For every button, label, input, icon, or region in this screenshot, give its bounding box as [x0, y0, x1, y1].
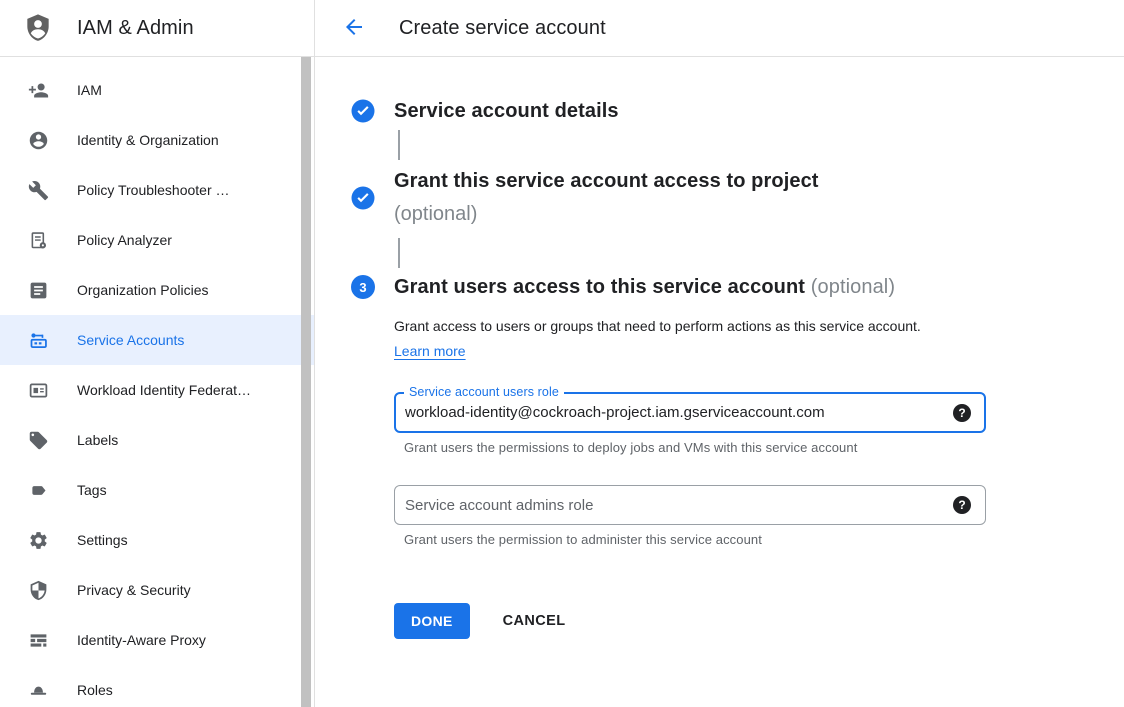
arrow-back-icon [342, 15, 366, 39]
sidebar-item-tags[interactable]: Tags [0, 465, 314, 515]
step-1-indicator [351, 99, 375, 123]
service-account-admins-role-field: ? [394, 485, 986, 525]
back-button[interactable] [341, 15, 367, 41]
sidebar-item-settings[interactable]: Settings [0, 515, 314, 565]
sidebar-item-identity-aware-proxy[interactable]: Identity-Aware Proxy [0, 615, 314, 665]
sidebar-item-label: Identity-Aware Proxy [77, 632, 206, 648]
product-title: IAM & Admin [77, 17, 194, 40]
step-3-indicator: 3 [351, 275, 375, 299]
step-2-grant-access-to-project: Grant this service account access to pro… [351, 165, 1124, 231]
step-2-title: Grant this service account access to pro… [394, 165, 1124, 198]
sidebar-item-policy-analyzer[interactable]: Policy Analyzer [0, 215, 314, 265]
step-3-optional-label: (optional) [811, 276, 895, 298]
users-role-floating-label: Service account users role [404, 385, 564, 399]
sidebar-item-label: Roles [77, 682, 113, 698]
sidebar-item-label: Tags [77, 482, 107, 498]
sidebar-scrollbar[interactable] [301, 57, 311, 707]
step-3-title: Grant users access to this service accou… [394, 274, 1124, 300]
label-arrow-icon [28, 480, 49, 501]
step-complete-check-icon [351, 99, 375, 123]
action-buttons: DONE CANCEL [394, 603, 1124, 639]
person-add-icon [28, 80, 49, 101]
step-connector [398, 130, 400, 160]
sidebar-item-service-accounts[interactable]: Service Accounts [0, 315, 314, 365]
sidebar: IAM & Admin IAM Identity & Organization … [0, 0, 315, 707]
sidebar-item-label: Privacy & Security [77, 582, 191, 598]
wizard-content: Service account details Grant this servi… [315, 57, 1124, 639]
sidebar-item-organization-policies[interactable]: Organization Policies [0, 265, 314, 315]
step-3-title-text: Grant users access to this service accou… [394, 276, 805, 298]
app-window: IAM & Admin IAM Identity & Organization … [0, 0, 1124, 707]
sidebar-item-label: Workload Identity Federat… [77, 382, 251, 398]
sidebar-item-label: Organization Policies [77, 282, 209, 298]
id-card-icon [28, 380, 49, 401]
step-1-service-account-details: Service account details [351, 99, 1124, 123]
step-number-badge: 3 [351, 275, 375, 299]
step-connector [398, 238, 400, 268]
sidebar-header: IAM & Admin [0, 0, 314, 57]
account-circle-icon [28, 130, 49, 151]
step-2-optional-label: (optional) [394, 198, 1124, 231]
admins-role-helper-text: Grant users the permission to administer… [404, 532, 1124, 547]
hat-icon [28, 680, 49, 701]
gear-icon [28, 530, 49, 551]
description-text: Grant access to users or groups that nee… [394, 318, 921, 334]
sidebar-item-label: Identity & Organization [77, 132, 219, 148]
sidebar-nav: IAM Identity & Organization Policy Troub… [0, 57, 314, 707]
document-gear-icon [28, 230, 49, 251]
sidebar-item-labels[interactable]: Labels [0, 415, 314, 465]
service-account-admins-role-input[interactable] [405, 497, 953, 514]
step-3-grant-users-access: 3 Grant users access to this service acc… [351, 274, 1124, 639]
firewall-icon [28, 630, 49, 651]
learn-more-link[interactable]: Learn more [394, 343, 466, 359]
service-account-icon [28, 330, 49, 351]
sidebar-item-label: Service Accounts [77, 332, 184, 348]
sidebar-item-label: Labels [77, 432, 118, 448]
tag-icon [28, 430, 49, 451]
cancel-button[interactable]: CANCEL [503, 613, 566, 629]
sidebar-item-label: Policy Analyzer [77, 232, 172, 248]
page-title: Create service account [399, 17, 606, 40]
sidebar-item-workload-identity-federation[interactable]: Workload Identity Federat… [0, 365, 314, 415]
sidebar-item-label: Settings [77, 532, 128, 548]
sidebar-item-iam[interactable]: IAM [0, 65, 314, 115]
sidebar-item-label: IAM [77, 82, 102, 98]
step-2-indicator [351, 186, 375, 210]
sidebar-item-privacy-security[interactable]: Privacy & Security [0, 565, 314, 615]
step-1-title: Service account details [394, 99, 1124, 123]
sidebar-item-label: Policy Troubleshooter … [77, 182, 230, 198]
sidebar-item-identity-organization[interactable]: Identity & Organization [0, 115, 314, 165]
done-button[interactable]: DONE [394, 603, 470, 639]
step-complete-check-icon [351, 186, 375, 210]
sidebar-item-roles[interactable]: Roles [0, 665, 314, 707]
users-role-help-icon[interactable]: ? [953, 404, 971, 422]
sidebar-item-policy-troubleshooter[interactable]: Policy Troubleshooter … [0, 165, 314, 215]
step-3-description: Grant access to users or groups that nee… [394, 314, 954, 364]
admins-role-help-icon[interactable]: ? [953, 496, 971, 514]
iam-admin-shield-icon [22, 12, 54, 44]
wrench-icon [28, 180, 49, 201]
users-role-helper-text: Grant users the permissions to deploy jo… [404, 440, 1124, 455]
service-account-users-role-input[interactable] [405, 404, 953, 421]
topbar: Create service account [315, 0, 1124, 57]
shield-half-icon [28, 580, 49, 601]
service-account-users-role-field: Service account users role ? [394, 392, 986, 433]
main-panel: Create service account Service account d… [315, 0, 1124, 707]
article-icon [28, 280, 49, 301]
